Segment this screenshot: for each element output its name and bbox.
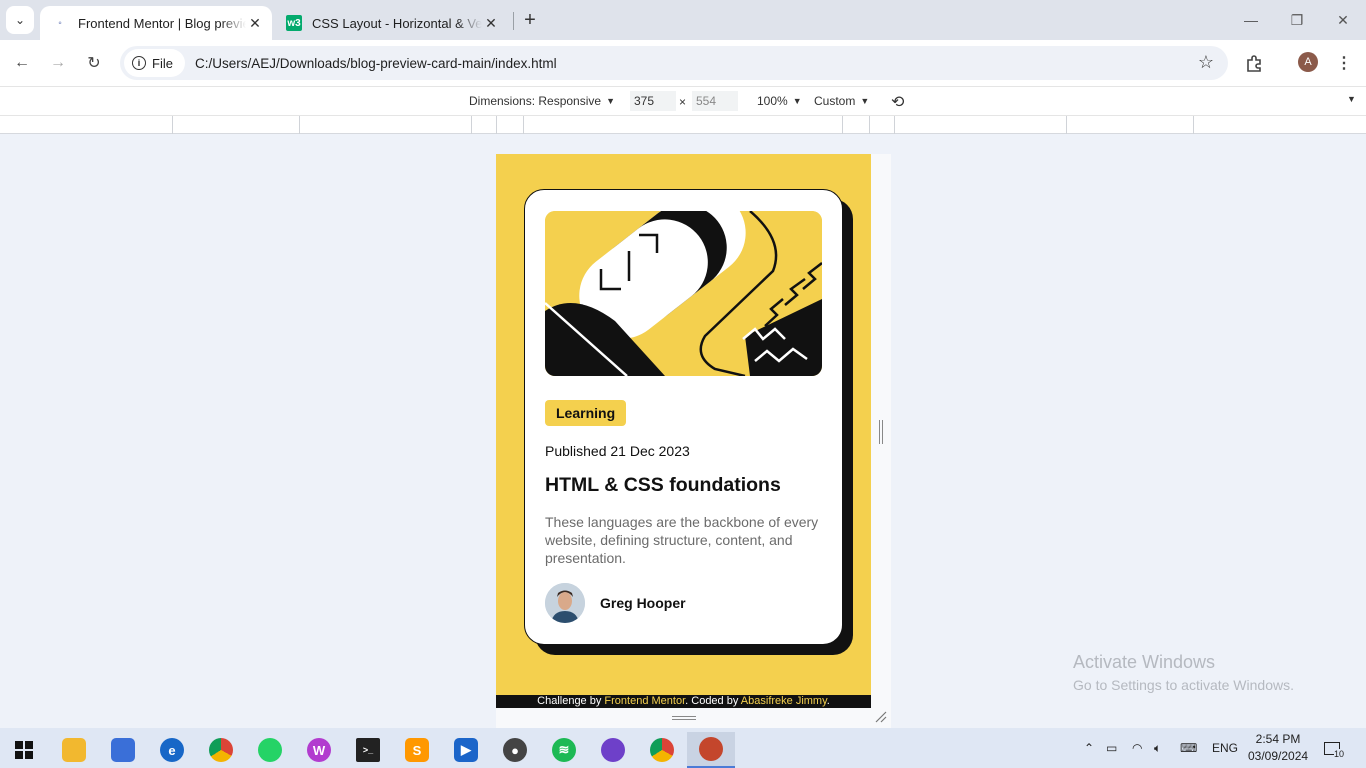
times-sign: × xyxy=(679,95,687,109)
wps-icon[interactable]: W xyxy=(295,732,343,768)
published-date: Published 21 Dec 2023 xyxy=(545,443,690,459)
hero-illustration xyxy=(545,211,822,376)
media-player-icon[interactable]: ▶ xyxy=(442,732,490,768)
throttle-dropdown[interactable]: Custom ▼ xyxy=(814,94,869,108)
close-tab-icon[interactable]: ✕ xyxy=(246,14,264,32)
caret-down-icon: ▼ xyxy=(792,96,802,106)
watermark-line1: Activate Windows xyxy=(1073,652,1216,672)
back-arrow-icon[interactable]: ← xyxy=(8,49,36,77)
resize-handle-bottom[interactable] xyxy=(672,716,696,720)
forward-arrow-icon[interactable]: → xyxy=(44,49,72,77)
store-icon[interactable] xyxy=(99,732,147,768)
battery-icon[interactable]: ▭ xyxy=(1106,728,1117,768)
author-avatar xyxy=(545,583,585,623)
sublime-text-icon[interactable]: S xyxy=(393,732,441,768)
close-window-button[interactable]: ✕ xyxy=(1320,0,1366,40)
activate-windows-watermark: Activate Windows Go to Settings to activ… xyxy=(1073,652,1294,693)
keyboard-icon[interactable]: ⌨ xyxy=(1180,728,1197,768)
profile-avatar[interactable]: A xyxy=(1298,52,1318,72)
author-name: Greg Hooper xyxy=(600,595,686,611)
edge-icon[interactable]: e xyxy=(148,732,196,768)
blog-preview-card[interactable]: Learning Published 21 Dec 2023 HTML & CS… xyxy=(524,189,843,645)
card-excerpt: These languages are the backbone of ever… xyxy=(545,514,819,566)
close-tab-icon[interactable]: ✕ xyxy=(482,14,500,32)
clock-time: 2:54 PM xyxy=(1255,732,1301,746)
width-input[interactable]: 375 xyxy=(630,91,676,111)
resize-handle-right[interactable] xyxy=(879,420,883,444)
wifi-icon[interactable]: ◠ xyxy=(1132,728,1142,768)
bookmark-star-icon[interactable]: ☆ xyxy=(1198,52,1214,73)
tab-separator xyxy=(513,12,514,30)
chrome-icon-2[interactable] xyxy=(638,732,686,768)
throttle-label: Custom xyxy=(814,94,856,108)
volume-icon[interactable]: 🔈︎ xyxy=(1154,728,1161,768)
restore-button[interactable]: ❐ xyxy=(1274,0,1320,40)
device-toolbar: Dimensions: Responsive ▼ 375 × 554 100% ▼ … xyxy=(0,86,1366,115)
frontend-mentor-link[interactable]: Frontend Mentor xyxy=(604,695,685,707)
frontend-mentor-favicon-icon: ◦ xyxy=(58,17,62,29)
w3schools-favicon-icon: w3 xyxy=(286,15,302,31)
attribution-footer: Challenge by Frontend Mentor. Coded by A… xyxy=(496,695,871,708)
resize-corner-icon[interactable] xyxy=(874,710,888,724)
coder-link[interactable]: Abasifreke Jimmy xyxy=(741,695,827,707)
caret-down-icon: ▼ xyxy=(606,96,615,106)
clock[interactable]: 2:54 PM 03/09/2024 xyxy=(1248,731,1308,765)
minimize-button[interactable]: — xyxy=(1228,0,1274,40)
show-hidden-icons[interactable]: ⌃ xyxy=(1084,728,1094,768)
height-input[interactable]: 554 xyxy=(692,91,738,111)
tab-css-layout[interactable]: w3 CSS Layout - Horizontal & Vertical Al… xyxy=(278,6,508,40)
terminal-icon[interactable]: >_ xyxy=(344,732,392,768)
media-query-ruler xyxy=(0,115,1366,134)
info-icon: i xyxy=(132,56,146,70)
more-options-caret-icon[interactable]: ▼ xyxy=(1342,94,1356,104)
dimensions-dropdown[interactable]: Dimensions: Responsive ▼ xyxy=(469,94,615,108)
watermark-line2: Go to Settings to activate Windows. xyxy=(1073,677,1294,693)
browser-toolbar: ← → ↻ i File C:/Users/AEJ/Downloads/blog… xyxy=(0,40,1366,86)
rotate-icon[interactable]: ⟲ xyxy=(891,92,904,112)
extensions-icon[interactable] xyxy=(1240,49,1268,77)
language-indicator[interactable]: ENG xyxy=(1212,728,1238,768)
spotify-icon[interactable]: ≋ xyxy=(540,732,588,768)
attribution-end: . xyxy=(826,695,830,707)
tab-title: Frontend Mentor | Blog preview card xyxy=(78,15,246,31)
tab-title: CSS Layout - Horizontal & Vertical Align xyxy=(312,15,482,31)
chevron-down-icon: ⌄ xyxy=(14,13,26,27)
url-text[interactable]: C:/Users/AEJ/Downloads/blog-preview-card… xyxy=(195,56,557,71)
windows-start-icon[interactable] xyxy=(0,732,48,768)
tab-search-button[interactable]: ⌄ xyxy=(6,6,34,34)
menu-kebab-icon[interactable]: ⋮ xyxy=(1330,49,1358,77)
file-explorer-icon[interactable] xyxy=(50,732,98,768)
clock-date: 03/09/2024 xyxy=(1248,749,1309,763)
attribution-prefix: Challenge by xyxy=(537,695,605,707)
tab-strip: ⌄ ◦ Frontend Mentor | Blog preview card … xyxy=(0,0,1366,40)
attribution-mid: . Coded by xyxy=(685,695,741,707)
card-title[interactable]: HTML & CSS foundations xyxy=(545,474,822,497)
zoom-dropdown[interactable]: 100% ▼ xyxy=(757,94,802,108)
address-bar[interactable]: i File C:/Users/AEJ/Downloads/blog-previ… xyxy=(120,46,1228,80)
chrome-dev-icon[interactable] xyxy=(687,732,735,768)
taskbar: e W >_ S ▶ ● ≋ ⌃ ▭ ◠ 🔈︎ ⌨ ENG 2:54 PM 03… xyxy=(0,728,1366,768)
site-info-chip[interactable]: i File xyxy=(124,49,185,77)
new-tab-button[interactable]: + xyxy=(518,8,542,32)
caret-down-icon: ▼ xyxy=(860,96,870,106)
dimensions-label: Dimensions: Responsive xyxy=(469,94,602,108)
notification-count: 10 xyxy=(1334,749,1345,759)
category-badge: Learning xyxy=(545,400,627,426)
emulated-viewport: Learning Published 21 Dec 2023 HTML & CS… xyxy=(496,154,871,708)
whatsapp-icon[interactable] xyxy=(246,732,294,768)
notifications-icon[interactable]: 10 xyxy=(1324,728,1345,768)
music-icon[interactable]: ● xyxy=(491,732,539,768)
file-label: File xyxy=(152,55,173,71)
zoom-label: 100% xyxy=(757,94,788,108)
chrome-icon[interactable] xyxy=(197,732,245,768)
author-row: Greg Hooper xyxy=(545,583,822,623)
reload-icon[interactable]: ↻ xyxy=(80,49,108,77)
github-desktop-icon[interactable] xyxy=(589,732,637,768)
tab-frontend-mentor[interactable]: ◦ Frontend Mentor | Blog preview card ✕ xyxy=(40,6,272,40)
